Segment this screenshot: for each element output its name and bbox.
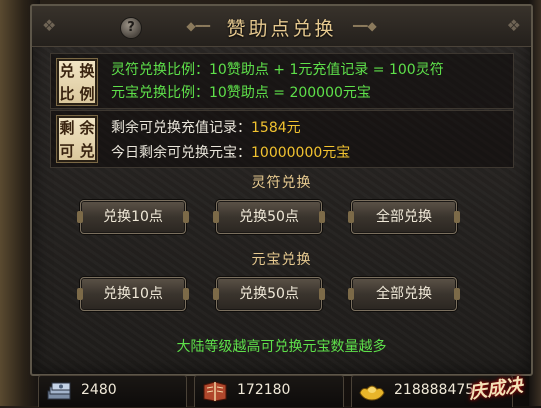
- exchange-ratio-tag: 兑 换 比 例: [56, 58, 98, 106]
- money-value: 2480: [81, 382, 117, 398]
- lingfu-section-title: 灵符兑换: [251, 175, 312, 191]
- book-icon: [203, 381, 227, 402]
- remaining-recharge-row: 剩余可兑换充值记录：1584元: [111, 117, 301, 137]
- remaining-tag: 剩 余 可 兑: [56, 115, 98, 163]
- sponsor-exchange-panel: ❖ ? ◆━━ 赞助点兑换 ━━◆ ❖ 兑 换 比 例 灵符兑换比例：10赞助点…: [30, 4, 533, 376]
- yuanbao-exchange-all-button[interactable]: 全部兑换: [348, 277, 460, 311]
- remaining-recharge-label: 剩余可兑换充值记录：: [111, 120, 251, 136]
- lingfu-exchange-50-button[interactable]: 兑换50点: [213, 200, 325, 234]
- tag-char: 剩: [59, 119, 75, 137]
- remaining-yuanbao-row: 今日剩余可兑换元宝：10000000元宝: [111, 142, 350, 162]
- tag-char: 可: [59, 142, 75, 160]
- yuanbao-exchange-10-button[interactable]: 兑换10点: [77, 277, 189, 311]
- exchange-ratio-box: 兑 换 比 例 灵符兑换比例：10赞助点 + 1元充值记录 = 100灵符 元宝…: [50, 53, 514, 109]
- yuanbao-ratio-text: 元宝兑换比例：10赞助点 = 200000元宝: [111, 85, 371, 101]
- yuanbao-exchange-50-button[interactable]: 兑换50点: [213, 277, 325, 311]
- title-ornament-right: ━━◆: [353, 19, 377, 33]
- currency-book: 172180: [194, 375, 344, 407]
- lingfu-ratio-text: 灵符兑换比例：10赞助点 + 1元充值记录 = 100灵符: [111, 62, 444, 78]
- currency-money: 2480: [38, 375, 187, 407]
- tag-char: 比: [59, 85, 75, 103]
- remaining-yuanbao-value: 10000000元宝: [251, 145, 351, 161]
- tag-char: 例: [79, 85, 95, 103]
- tag-char: 兑: [59, 62, 75, 80]
- remaining-box: 剩 余 可 兑 剩余可兑换充值记录：1584元 今日剩余可兑换元宝：100000…: [50, 110, 514, 168]
- lingfu-exchange-all-button[interactable]: 全部兑换: [348, 200, 460, 234]
- level-hint-text: 大陆等级越高可兑换元宝数量越多: [176, 339, 387, 355]
- lingfu-exchange-10-button[interactable]: 兑换10点: [77, 200, 189, 234]
- title-bar: ❖ ? ◆━━ 赞助点兑换 ━━◆ ❖: [32, 6, 531, 47]
- tag-char: 换: [79, 62, 95, 80]
- remaining-yuanbao-label: 今日剩余可兑换元宝：: [111, 145, 251, 161]
- corner-ornament-right: ❖: [506, 16, 521, 35]
- money-stack-icon: [47, 382, 71, 400]
- yuanbao-section-title: 元宝兑换: [251, 252, 312, 268]
- gold-ingot-icon: [359, 385, 385, 401]
- remaining-recharge-value: 1584元: [251, 120, 301, 136]
- panel-title: 赞助点兑换: [226, 18, 337, 40]
- book-value: 172180: [237, 382, 291, 398]
- gold-value: 218888475: [394, 382, 475, 398]
- tag-char: 余: [79, 119, 95, 137]
- tag-char: 兑: [79, 142, 95, 160]
